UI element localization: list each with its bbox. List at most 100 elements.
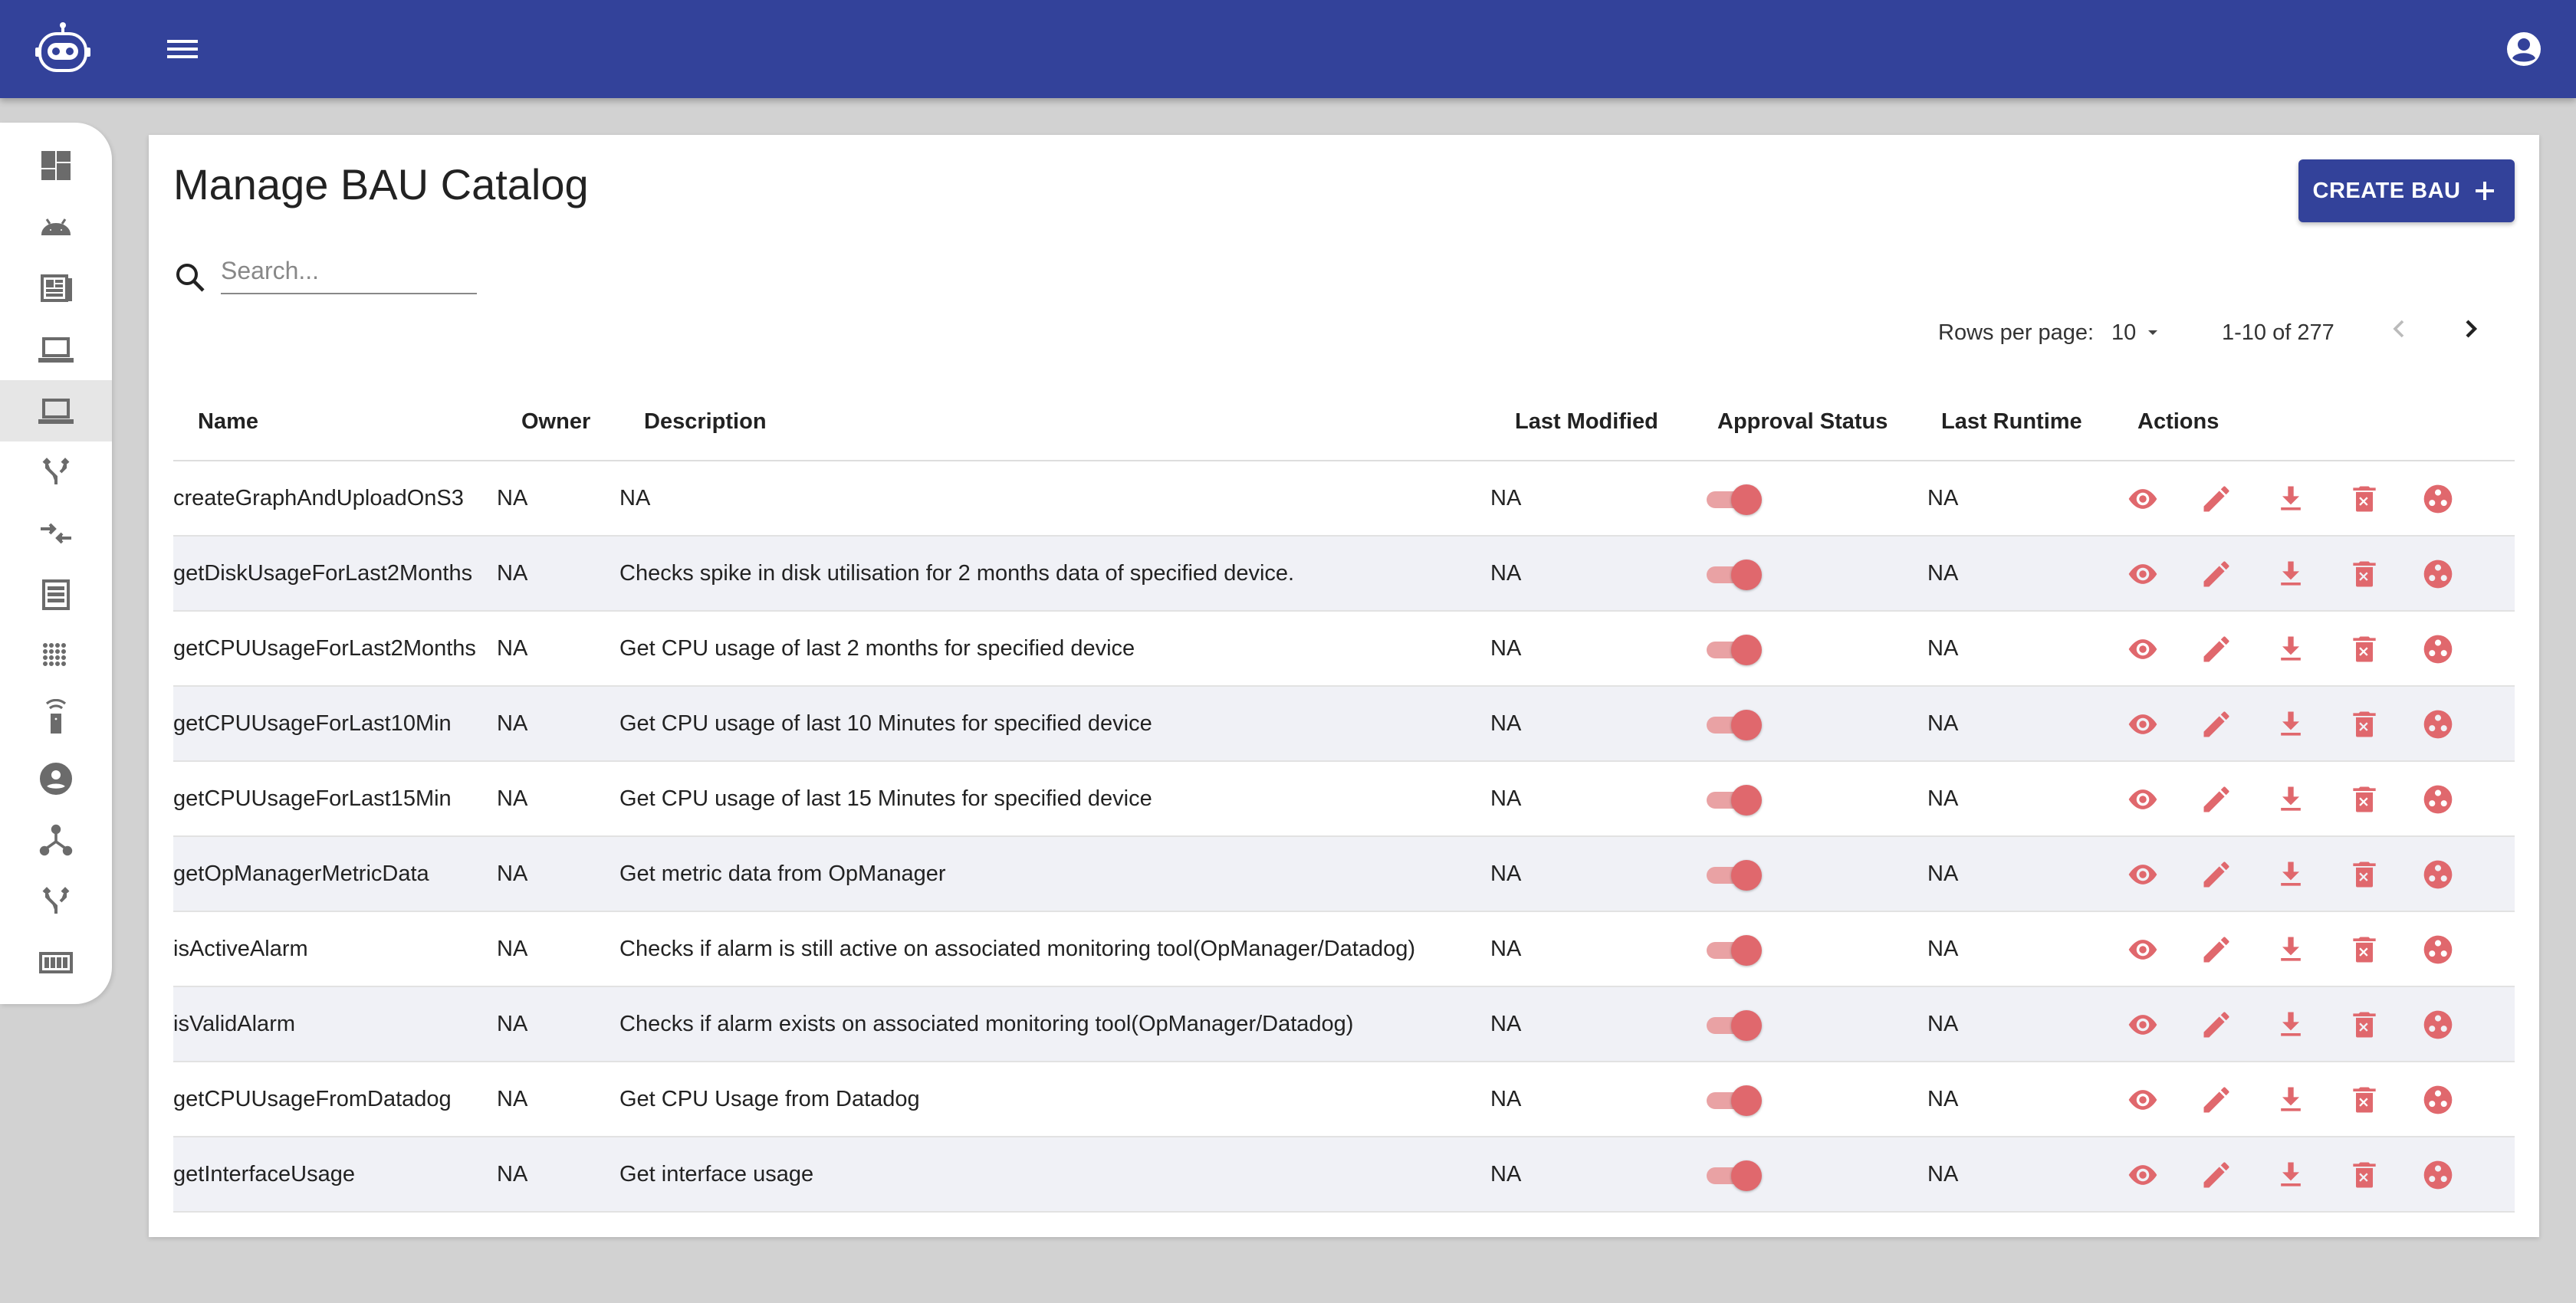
workflow-button[interactable] [2417, 478, 2459, 520]
workflow-button[interactable] [2417, 704, 2459, 745]
edit-button[interactable] [2196, 629, 2237, 670]
search-input[interactable] [221, 248, 477, 294]
view-button[interactable] [2122, 1154, 2164, 1196]
view-button[interactable] [2122, 929, 2164, 970]
column-header-last-modified[interactable]: Last Modified [1515, 409, 1658, 435]
workflow-button[interactable] [2417, 779, 2459, 820]
rows-per-page-select[interactable]: 10 [2111, 316, 2173, 350]
approval-toggle[interactable] [1702, 1157, 1762, 1193]
sidebar-item-compare[interactable] [0, 503, 112, 564]
workflow-button[interactable] [2417, 854, 2459, 895]
column-header-owner[interactable]: Owner [521, 409, 590, 435]
delete-button[interactable] [2344, 704, 2385, 745]
view-button[interactable] [2122, 1004, 2164, 1045]
approval-toggle[interactable] [1702, 556, 1762, 592]
delete-button[interactable] [2344, 1154, 2385, 1196]
approval-toggle[interactable] [1702, 632, 1762, 667]
edit-button[interactable] [2196, 553, 2237, 595]
workflow-button[interactable] [2417, 1154, 2459, 1196]
workflow-icon [2423, 935, 2453, 964]
workflow-button[interactable] [2417, 1004, 2459, 1045]
sidebar-item-users[interactable] [0, 748, 112, 809]
hub-icon [39, 824, 73, 856]
table-row: getCPUUsageForLast15Min NA Get CPU usage… [173, 762, 2515, 837]
delete-button[interactable] [2344, 779, 2385, 820]
delete-icon [2353, 786, 2376, 812]
download-button[interactable] [2270, 629, 2312, 670]
approval-toggle[interactable] [1702, 932, 1762, 967]
workflow-button[interactable] [2417, 1079, 2459, 1121]
column-header-description[interactable]: Description [644, 409, 767, 435]
delete-button[interactable] [2344, 854, 2385, 895]
delete-button[interactable] [2344, 929, 2385, 970]
sidebar-item-topology[interactable] [0, 809, 112, 871]
edit-button[interactable] [2196, 704, 2237, 745]
sidebar-item-workflows[interactable] [0, 441, 112, 503]
approval-toggle[interactable] [1702, 707, 1762, 742]
edit-button[interactable] [2196, 478, 2237, 520]
workflow-button[interactable] [2417, 553, 2459, 595]
delete-button[interactable] [2344, 1079, 2385, 1121]
sidebar-item-devices[interactable] [0, 319, 112, 380]
edit-icon [2203, 1162, 2229, 1188]
download-button[interactable] [2270, 1004, 2312, 1045]
approval-toggle[interactable] [1702, 782, 1762, 817]
sidebar-item-memory[interactable] [0, 932, 112, 993]
sidebar-item-reports[interactable] [0, 258, 112, 319]
view-button[interactable] [2122, 704, 2164, 745]
workflow-button[interactable] [2417, 629, 2459, 670]
download-button[interactable] [2270, 779, 2312, 820]
delete-button[interactable] [2344, 553, 2385, 595]
edit-button[interactable] [2196, 1154, 2237, 1196]
account-circle-icon[interactable] [2502, 28, 2545, 71]
approval-toggle[interactable] [1702, 857, 1762, 892]
download-button[interactable] [2270, 1154, 2312, 1196]
column-header-name[interactable]: Name [198, 409, 258, 435]
view-button[interactable] [2122, 478, 2164, 520]
cell-description: Get metric data from OpManager [619, 862, 946, 886]
edit-button[interactable] [2196, 1079, 2237, 1121]
download-button[interactable] [2270, 854, 2312, 895]
view-button[interactable] [2122, 629, 2164, 670]
approval-toggle[interactable] [1702, 1082, 1762, 1118]
hamburger-icon[interactable] [161, 31, 204, 67]
sidebar-item-remote[interactable] [0, 687, 112, 748]
edit-button[interactable] [2196, 854, 2237, 895]
download-button[interactable] [2270, 1079, 2312, 1121]
edit-button[interactable] [2196, 1004, 2237, 1045]
view-button[interactable] [2122, 553, 2164, 595]
edit-button[interactable] [2196, 929, 2237, 970]
approval-toggle[interactable] [1702, 1007, 1762, 1042]
next-page-button[interactable] [2444, 302, 2498, 356]
approval-toggle[interactable] [1702, 481, 1762, 517]
download-button[interactable] [2270, 553, 2312, 595]
sidebar-item-dashboard[interactable] [0, 135, 112, 196]
edit-button[interactable] [2196, 779, 2237, 820]
sidebar-item-android[interactable] [0, 196, 112, 258]
delete-button[interactable] [2344, 1004, 2385, 1045]
sidebar-item-branches[interactable] [0, 871, 112, 932]
delete-button[interactable] [2344, 629, 2385, 670]
view-button[interactable] [2122, 854, 2164, 895]
table-row: getCPUUsageForLast2Months NA Get CPU usa… [173, 612, 2515, 687]
sidebar-item-logs[interactable] [0, 564, 112, 625]
edit-icon [2203, 636, 2229, 662]
sidebar-item-bau-catalog[interactable] [0, 380, 112, 441]
download-button[interactable] [2270, 478, 2312, 520]
workflow-icon [2423, 560, 2453, 589]
download-button[interactable] [2270, 704, 2312, 745]
view-button[interactable] [2122, 1079, 2164, 1121]
workflow-button[interactable] [2417, 929, 2459, 970]
edit-icon [2203, 937, 2229, 963]
download-button[interactable] [2270, 929, 2312, 970]
column-header-approval-status[interactable]: Approval Status [1717, 409, 1888, 435]
delete-button[interactable] [2344, 478, 2385, 520]
robot-icon[interactable] [34, 21, 92, 77]
settings-remote-icon [45, 699, 67, 734]
sidebar-item-grid[interactable] [0, 625, 112, 687]
previous-page-button[interactable] [2372, 302, 2426, 356]
column-header-last-runtime[interactable]: Last Runtime [1941, 409, 2082, 435]
view-button[interactable] [2122, 779, 2164, 820]
cell-name: getDiskUsageForLast2Months [173, 561, 473, 586]
create-bau-button[interactable]: CREATE BAU [2298, 159, 2515, 222]
